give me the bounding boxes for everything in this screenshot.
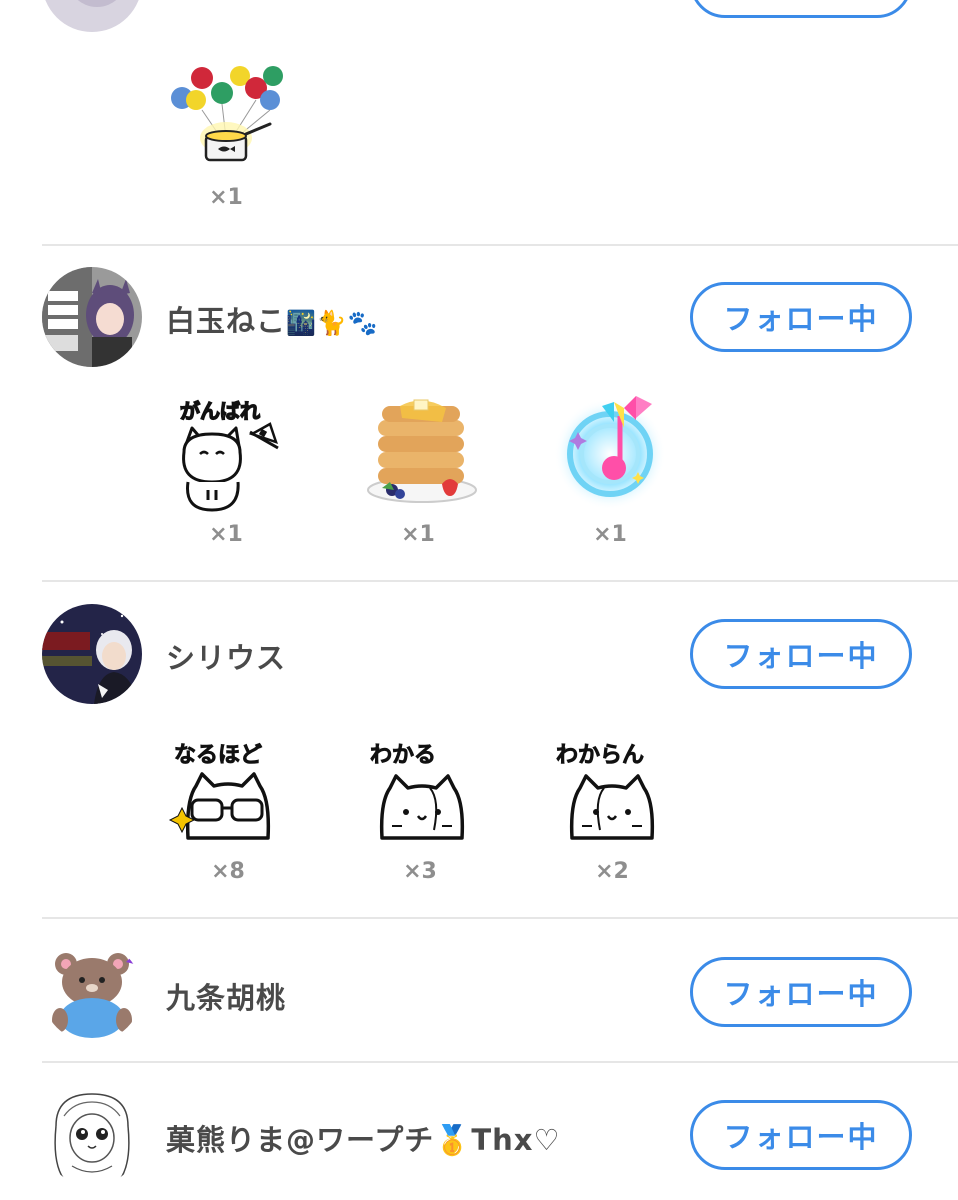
sticker-count: ×8 [211, 859, 245, 884]
user-name: 菓熊りま@ワープチ🥇Thx♡ [166, 1123, 561, 1157]
row-divider [42, 244, 958, 246]
avatar-kujo-kurumi[interactable] [42, 942, 142, 1042]
pancake-sticker [362, 392, 482, 512]
row-divider [42, 1061, 958, 1063]
user-name-text: 白玉ねこ [166, 304, 287, 338]
sticker-count: ×1 [593, 522, 627, 547]
avatar-previous-user[interactable] [42, 0, 142, 32]
row-divider [42, 917, 958, 919]
wakaru-cat-sticker: わかる [362, 730, 482, 850]
wakaran-cat-sticker: わからん [552, 730, 672, 850]
balloon-pot-sticker [166, 60, 290, 170]
user-name: 白玉ねこ🌃🐈🐾 [166, 298, 379, 340]
follow-button[interactable]: フォロー中 [690, 957, 912, 1027]
sticker-count: ×2 [595, 859, 629, 884]
follow-button[interactable]: フォロー中 [690, 282, 912, 352]
user-name: 九条胡桃 [166, 981, 287, 1015]
follow-button[interactable]: フォロー中 [690, 1100, 912, 1170]
naruhodo-cat-sticker: なるほど [168, 730, 288, 850]
sticker-count: ×1 [401, 522, 435, 547]
ganbare-cat-sticker: がんばれ [170, 392, 290, 512]
name-emoji: 🌃🐈🐾 [286, 309, 379, 337]
avatar-shiratama-neko[interactable] [42, 267, 142, 367]
sticker-count: ×1 [209, 185, 243, 210]
sticker-count: ×1 [209, 522, 243, 547]
sticker-caption: わかる [370, 743, 436, 768]
sticker-caption: なるほど [174, 743, 262, 768]
follow-button[interactable]: フォロー中 [690, 619, 912, 689]
sticker-caption: わからん [556, 743, 644, 768]
follow-button-previous-user[interactable]: フォロー中 [690, 0, 912, 18]
user-name: シリウス [166, 641, 287, 675]
sticker-count: ×3 [403, 859, 437, 884]
avatar-kaguma-rima[interactable] [42, 1086, 142, 1186]
sticker-caption: がんばれ [180, 399, 260, 423]
avatar-sirius[interactable] [42, 604, 142, 704]
row-divider [42, 580, 958, 582]
music-note-sticker [552, 392, 672, 512]
